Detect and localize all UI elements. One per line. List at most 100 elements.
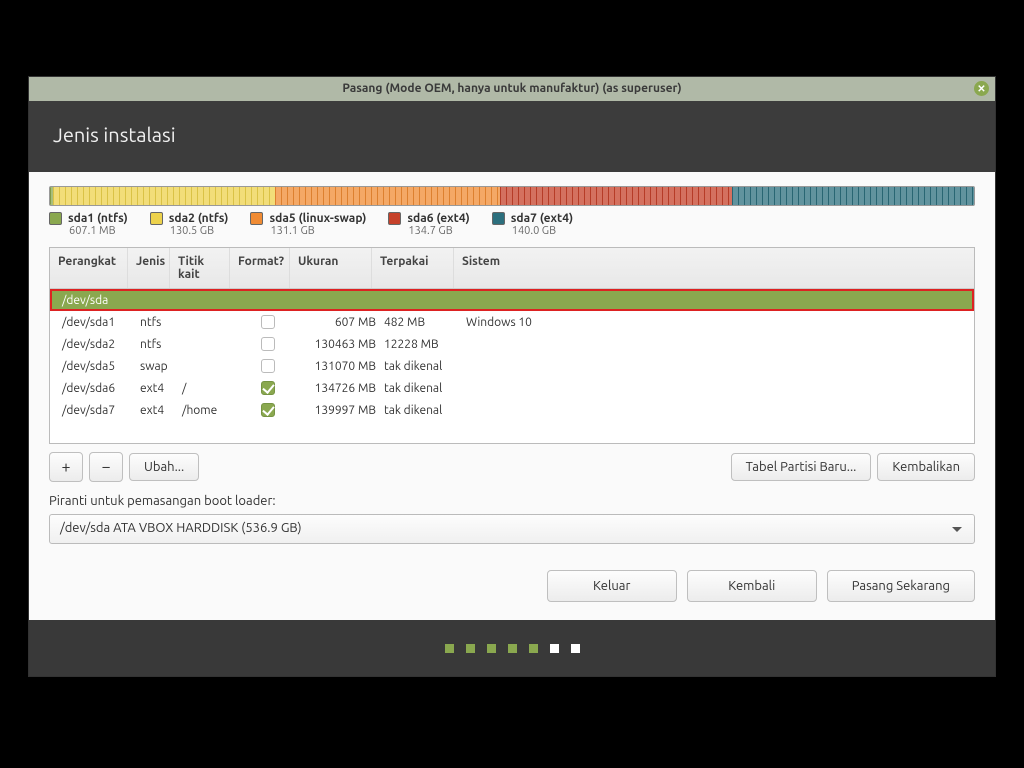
cell-format bbox=[238, 315, 298, 329]
progress-dot bbox=[508, 644, 517, 653]
cell-size: 134726 MB bbox=[298, 382, 380, 395]
window-title: Pasang (Mode OEM, hanya untuk manufaktur… bbox=[342, 82, 681, 95]
legend-label: sda6 (ext4) bbox=[407, 212, 469, 225]
partition-usage-bar bbox=[49, 186, 975, 206]
progress-dot bbox=[466, 644, 475, 653]
col-mount[interactable]: Titik kait bbox=[170, 248, 230, 288]
legend-item-sda7: sda7 (ext4)140.0 GB bbox=[492, 212, 573, 237]
format-checkbox[interactable] bbox=[261, 315, 275, 329]
legend-item-sda5: sda5 (linux-swap)131.1 GB bbox=[250, 212, 366, 237]
table-row[interactable]: /dev/sda2ntfs 130463 MB12228 MB bbox=[50, 333, 974, 355]
legend-size: 131.1 GB bbox=[270, 225, 366, 237]
cell-format bbox=[238, 359, 298, 373]
progress-indicator bbox=[29, 620, 995, 676]
legend-size: 134.7 GB bbox=[408, 225, 469, 237]
progress-dot bbox=[529, 644, 538, 653]
legend-swatch bbox=[250, 212, 263, 225]
partition-action-bar: + − Ubah... Tabel Partisi Baru... Kembal… bbox=[49, 452, 975, 482]
legend-label: sda7 (ext4) bbox=[511, 212, 573, 225]
partition-table: Perangkat Jenis Titik kait Format? Ukura… bbox=[49, 247, 975, 444]
bootloader-label: Piranti untuk pemasangan boot loader: bbox=[49, 494, 975, 508]
page-title: Jenis instalasi bbox=[53, 123, 176, 146]
cell-system: Windows 10 bbox=[462, 316, 966, 329]
cell-type: ntfs bbox=[136, 316, 178, 329]
cell-format bbox=[238, 337, 298, 351]
cell-device: /dev/sda2 bbox=[58, 338, 136, 351]
cell-used: 12228 MB bbox=[380, 338, 462, 351]
cell-mount: / bbox=[178, 382, 238, 395]
cell-device: /dev/sda6 bbox=[58, 382, 136, 395]
change-partition-button[interactable]: Ubah... bbox=[129, 453, 199, 481]
add-partition-button[interactable]: + bbox=[49, 452, 83, 482]
installer-window: Pasang (Mode OEM, hanya untuk manufaktur… bbox=[28, 76, 996, 677]
legend-swatch bbox=[492, 212, 505, 225]
cell-used: tak dikenal bbox=[380, 382, 462, 395]
cell-device: /dev/sda5 bbox=[58, 360, 136, 373]
table-row[interactable]: /dev/sda7ext4/home 139997 MBtak dikenal bbox=[50, 399, 974, 421]
cell-format bbox=[238, 403, 298, 417]
col-device[interactable]: Perangkat bbox=[50, 248, 128, 288]
legend-swatch bbox=[388, 212, 401, 225]
legend-label: sda2 (ntfs) bbox=[169, 212, 229, 225]
legend-size: 140.0 GB bbox=[512, 225, 573, 237]
cell-used: tak dikenal bbox=[380, 404, 462, 417]
cell-size: 131070 MB bbox=[298, 360, 380, 373]
format-checkbox[interactable] bbox=[261, 403, 275, 417]
content-area: sda1 (ntfs)607.1 MBsda2 (ntfs)130.5 GBsd… bbox=[29, 172, 995, 620]
install-button[interactable]: Pasang Sekarang bbox=[827, 570, 975, 602]
progress-dot bbox=[550, 644, 559, 653]
close-icon[interactable]: ✕ bbox=[974, 81, 989, 96]
cell-used: tak dikenal bbox=[380, 360, 462, 373]
cell-size: 607 MB bbox=[298, 316, 380, 329]
format-checkbox[interactable] bbox=[261, 381, 275, 395]
table-row[interactable]: /dev/sda5swap 131070 MBtak dikenal bbox=[50, 355, 974, 377]
partition-legend: sda1 (ntfs)607.1 MBsda2 (ntfs)130.5 GBsd… bbox=[49, 212, 975, 237]
usage-segment-sda6 bbox=[500, 187, 732, 205]
cell-format bbox=[238, 381, 298, 395]
col-system[interactable]: Sistem bbox=[454, 248, 974, 288]
cell-size: 139997 MB bbox=[298, 404, 380, 417]
cell-mount: /home bbox=[178, 404, 238, 417]
cell-type: ntfs bbox=[136, 338, 178, 351]
table-body[interactable]: /dev/sda/dev/sda1ntfs607 MB482 MBWindows… bbox=[50, 289, 974, 443]
table-row[interactable]: /dev/sda1ntfs607 MB482 MBWindows 10 bbox=[50, 311, 974, 333]
cell-device: /dev/sda7 bbox=[58, 404, 136, 417]
table-row[interactable]: /dev/sda bbox=[50, 289, 974, 311]
remove-partition-button[interactable]: − bbox=[89, 452, 123, 482]
legend-label: sda1 (ntfs) bbox=[68, 212, 128, 225]
col-size[interactable]: Ukuran bbox=[290, 248, 372, 288]
cell-size: 130463 MB bbox=[298, 338, 380, 351]
progress-dot bbox=[487, 644, 496, 653]
new-partition-table-button[interactable]: Tabel Partisi Baru... bbox=[731, 453, 872, 481]
progress-dot bbox=[445, 644, 454, 653]
format-checkbox[interactable] bbox=[261, 359, 275, 373]
legend-size: 130.5 GB bbox=[170, 225, 229, 237]
revert-button[interactable]: Kembalikan bbox=[877, 453, 975, 481]
col-type[interactable]: Jenis bbox=[128, 248, 170, 288]
cell-type: ext4 bbox=[136, 404, 178, 417]
back-button[interactable]: Kembali bbox=[687, 570, 817, 602]
window-titlebar[interactable]: Pasang (Mode OEM, hanya untuk manufaktur… bbox=[29, 77, 995, 101]
table-header: Perangkat Jenis Titik kait Format? Ukura… bbox=[50, 248, 974, 289]
cell-device: /dev/sda bbox=[58, 294, 136, 307]
cell-type: swap bbox=[136, 360, 178, 373]
format-checkbox[interactable] bbox=[261, 337, 275, 351]
legend-label: sda5 (linux-swap) bbox=[269, 212, 366, 225]
col-format[interactable]: Format? bbox=[230, 248, 290, 288]
legend-swatch bbox=[49, 212, 62, 225]
cell-device: /dev/sda1 bbox=[58, 316, 136, 329]
page-header: Jenis instalasi bbox=[29, 101, 995, 172]
usage-segment-sda2 bbox=[53, 187, 275, 205]
legend-item-sda2: sda2 (ntfs)130.5 GB bbox=[150, 212, 229, 237]
wizard-button-bar: Keluar Kembali Pasang Sekarang bbox=[49, 570, 975, 602]
cell-type: ext4 bbox=[136, 382, 178, 395]
legend-swatch bbox=[150, 212, 163, 225]
table-row[interactable]: /dev/sda6ext4/ 134726 MBtak dikenal bbox=[50, 377, 974, 399]
usage-segment-sda5 bbox=[275, 187, 500, 205]
col-used[interactable]: Terpakai bbox=[372, 248, 454, 288]
quit-button[interactable]: Keluar bbox=[547, 570, 677, 602]
bootloader-device-dropdown[interactable]: /dev/sda ATA VBOX HARDDISK (536.9 GB) bbox=[49, 514, 975, 544]
bootloader-device-value: /dev/sda ATA VBOX HARDDISK (536.9 GB) bbox=[60, 521, 302, 535]
legend-item-sda6: sda6 (ext4)134.7 GB bbox=[388, 212, 469, 237]
legend-size: 607.1 MB bbox=[69, 225, 128, 237]
